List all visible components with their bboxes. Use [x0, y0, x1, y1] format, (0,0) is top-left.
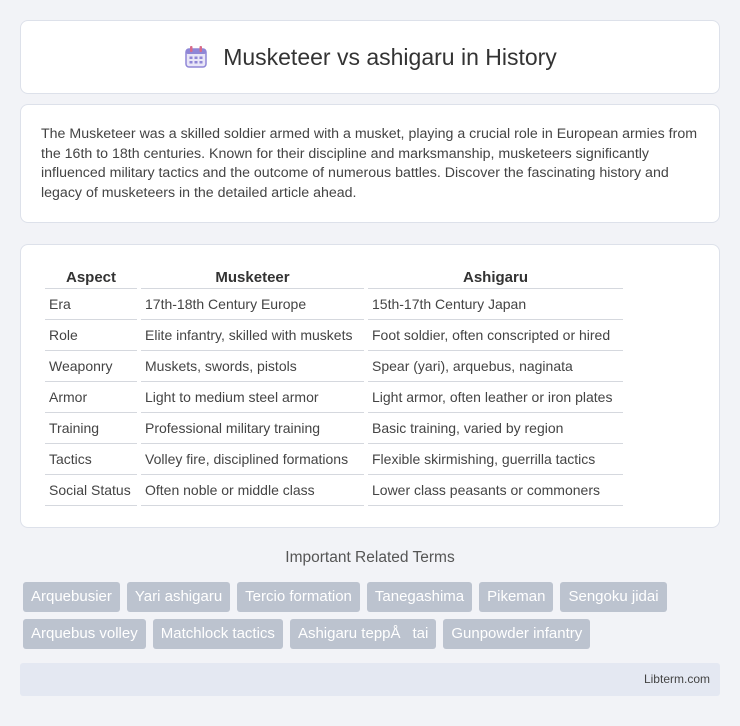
intro-text: The Musketeer was a skilled soldier arme… [41, 126, 698, 201]
term-tag[interactable]: Yari ashigaru [126, 582, 231, 612]
term-tag[interactable]: Matchlock tactics [152, 619, 283, 649]
table-cell: Role [45, 320, 137, 351]
header-card: Musketeer vs ashigaru in History [20, 20, 720, 94]
table-cell: Basic training, varied by region [368, 413, 623, 444]
term-tag[interactable]: Arquebusier [23, 582, 120, 612]
footer: Libterm.com [20, 663, 720, 696]
calendar-icon [183, 44, 209, 70]
table-cell: Volley fire, disciplined formations [141, 444, 364, 475]
comparison-table: Aspect Musketeer Ashigaru Era 17th-18th … [41, 263, 627, 506]
table-cell: Spear (yari), arquebus, naginata [368, 351, 623, 382]
term-tag[interactable]: Tanegashima [366, 582, 473, 612]
table-row: Training Professional military training … [45, 413, 623, 444]
table-cell: Armor [45, 382, 137, 413]
table-cell: Flexible skirmishing, guerrilla tactics [368, 444, 623, 475]
term-tag[interactable]: Tercio formation [237, 582, 360, 612]
column-header-aspect: Aspect [45, 263, 137, 289]
page-title: Musketeer vs ashigaru in History [223, 43, 557, 70]
table-cell: Social Status [45, 475, 137, 506]
term-tag[interactable]: Gunpowder infantry [443, 619, 591, 649]
table-header-row: Aspect Musketeer Ashigaru [45, 263, 623, 289]
column-header-musketeer: Musketeer [141, 263, 364, 289]
table-cell: Professional military training [141, 413, 364, 444]
table-row: Social Status Often noble or middle clas… [45, 475, 623, 506]
term-tag[interactable]: Arquebus volley [23, 619, 146, 649]
table-cell: 17th-18th Century Europe [141, 289, 364, 320]
table-row: Armor Light to medium steel armor Light … [45, 382, 623, 413]
table-cell: Era [45, 289, 137, 320]
column-header-ashigaru: Ashigaru [368, 263, 623, 289]
table-cell: Elite infantry, skilled with muskets [141, 320, 364, 351]
table-cell: Training [45, 413, 137, 444]
table-row: Era 17th-18th Century Europe 15th-17th C… [45, 289, 623, 320]
comparison-card: Aspect Musketeer Ashigaru Era 17th-18th … [20, 244, 720, 528]
table-cell: Light armor, often leather or iron plate… [368, 382, 623, 413]
table-cell: Lower class peasants or commoners [368, 475, 623, 506]
footer-site-link[interactable]: Libterm.com [644, 672, 710, 686]
table-cell: Light to medium steel armor [141, 382, 364, 413]
table-row: Weaponry Muskets, swords, pistols Spear … [45, 351, 623, 382]
table-cell: Weaponry [45, 351, 137, 382]
table-cell: Tactics [45, 444, 137, 475]
table-cell: Foot soldier, often conscripted or hired [368, 320, 623, 351]
related-terms-list: Arquebusier Yari ashigaru Tercio formati… [23, 582, 713, 649]
table-cell: Muskets, swords, pistols [141, 351, 364, 382]
table-cell: Often noble or middle class [141, 475, 364, 506]
table-row: Role Elite infantry, skilled with musket… [45, 320, 623, 351]
term-tag[interactable]: Sengoku jidai [560, 582, 667, 612]
related-terms-heading: Important Related Terms [285, 549, 455, 566]
term-tag[interactable]: Ashigaru teppÅtai [289, 619, 437, 649]
table-row: Tactics Volley fire, disciplined formati… [45, 444, 623, 475]
term-tag[interactable]: Pikeman [479, 582, 554, 612]
intro-card: The Musketeer was a skilled soldier arme… [20, 104, 720, 223]
table-cell: 15th-17th Century Japan [368, 289, 623, 320]
